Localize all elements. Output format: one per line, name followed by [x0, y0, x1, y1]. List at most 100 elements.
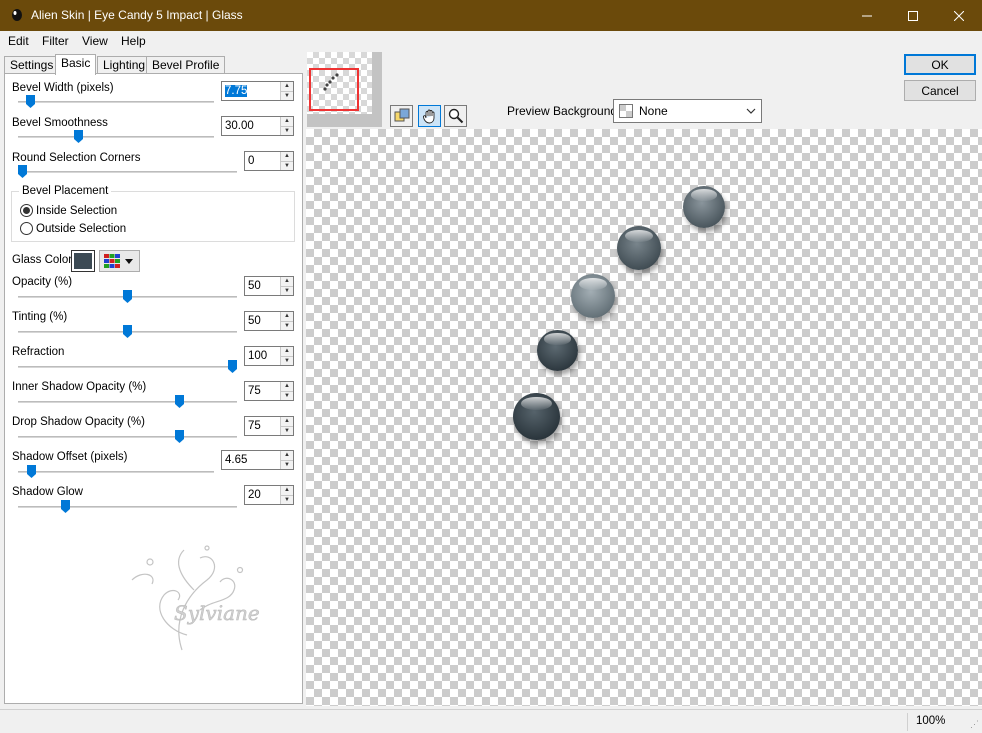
drop-shadow-slider-track[interactable] — [18, 436, 237, 438]
tinting-slider-thumb[interactable] — [123, 325, 132, 338]
preview-background-label: Preview Background: — [507, 104, 621, 118]
bevel-smoothness-slider-thumb[interactable] — [74, 130, 83, 143]
refraction-slider-thumb[interactable] — [228, 360, 237, 373]
tab-basic[interactable]: Basic — [55, 54, 97, 75]
shadow-glow-arrows[interactable]: ▲ ▼ — [280, 486, 293, 504]
refraction-stepper[interactable]: 100 ▲ ▼ — [244, 346, 294, 366]
hand-tool-button[interactable] — [418, 105, 441, 127]
bevel-width-arrows[interactable]: ▲ ▼ — [280, 82, 293, 100]
bevel-width-slider-track[interactable] — [18, 101, 214, 103]
shadow-offset-slider-thumb[interactable] — [27, 465, 36, 478]
shadow-glow-slider-track[interactable] — [18, 506, 237, 508]
round-corners-label: Round Selection Corners — [12, 152, 141, 164]
color-palette-dropdown[interactable] — [99, 250, 140, 272]
menu-bar: Edit Filter View Help — [0, 31, 982, 51]
round-corners-slider-track[interactable] — [18, 171, 237, 173]
cancel-button[interactable]: Cancel — [904, 80, 976, 101]
menu-edit[interactable]: Edit — [8, 34, 29, 48]
opacity-label: Opacity (%) — [12, 276, 73, 288]
close-button[interactable] — [936, 0, 982, 31]
glass-bead — [683, 186, 725, 228]
outside-selection-radio[interactable]: Outside Selection — [20, 222, 126, 235]
preview-toggle-button[interactable] — [390, 105, 413, 127]
bevel-width-slider-thumb[interactable] — [26, 95, 35, 108]
inner-shadow-slider-thumb[interactable] — [175, 395, 184, 408]
menu-filter[interactable]: Filter — [42, 34, 69, 48]
bevel-smoothness-stepper[interactable]: 30.00 ▲ ▼ — [221, 116, 294, 136]
refraction-arrows[interactable]: ▲ ▼ — [280, 347, 293, 365]
inner-shadow-arrows[interactable]: ▲ ▼ — [280, 382, 293, 400]
maximize-button[interactable] — [890, 0, 936, 31]
inner-shadow-stepper[interactable]: 75 ▲ ▼ — [244, 381, 294, 401]
drop-shadow-value[interactable]: 75 — [245, 417, 280, 435]
bevel-width-stepper[interactable]: 7.75 ▲ ▼ — [221, 81, 294, 101]
navigator-thumbnail[interactable] — [307, 52, 382, 127]
round-corners-arrows[interactable]: ▲ ▼ — [280, 152, 293, 170]
status-bar: 100% ⋰ — [0, 709, 982, 733]
bevel-width-label: Bevel Width (pixels) — [12, 82, 114, 94]
radio-unchecked-icon — [20, 222, 33, 235]
tinting-value[interactable]: 50 — [245, 312, 280, 330]
menu-view[interactable]: View — [82, 34, 108, 48]
window-title: Alien Skin | Eye Candy 5 Impact | Glass — [31, 8, 243, 22]
shadow-offset-slider-track[interactable] — [18, 471, 214, 473]
chevron-down-icon — [746, 108, 756, 114]
color-grid-icon — [104, 254, 120, 268]
tinting-arrows[interactable]: ▲ ▼ — [280, 312, 293, 330]
opacity-slider-thumb[interactable] — [123, 290, 132, 303]
refraction-value[interactable]: 100 — [245, 347, 280, 365]
preview-canvas[interactable] — [306, 129, 982, 706]
refraction-label: Refraction — [12, 346, 65, 358]
shadow-offset-stepper[interactable]: 4.65 ▲ ▼ — [221, 450, 294, 470]
round-corners-value[interactable]: 0 — [245, 152, 280, 170]
inner-shadow-slider-track[interactable] — [18, 401, 237, 403]
bevel-smoothness-label: Bevel Smoothness — [12, 117, 108, 129]
inside-selection-radio[interactable]: Inside Selection — [20, 204, 117, 217]
zoom-tool-button[interactable] — [444, 105, 467, 127]
menu-help[interactable]: Help — [121, 34, 146, 48]
preview-background-select[interactable]: None — [613, 99, 762, 123]
tab-settings[interactable]: Settings — [4, 56, 60, 74]
drop-shadow-slider-thumb[interactable] — [175, 430, 184, 443]
thumbnail-beads-icon — [323, 73, 339, 91]
bevel-width-value[interactable]: 7.75 — [222, 82, 280, 100]
resize-grip-icon[interactable]: ⋰ — [970, 719, 979, 730]
inside-selection-label: Inside Selection — [36, 204, 118, 217]
alien-skin-app-icon — [12, 9, 22, 21]
glass-bead — [571, 274, 615, 318]
zoom-icon — [448, 108, 463, 124]
radio-checked-icon — [20, 204, 33, 217]
minimize-button[interactable] — [844, 0, 890, 31]
opacity-value[interactable]: 50 — [245, 277, 280, 295]
shadow-offset-label: Shadow Offset (pixels) — [12, 451, 128, 463]
shadow-glow-value[interactable]: 20 — [245, 486, 280, 504]
bevel-smoothness-arrows[interactable]: ▲ ▼ — [280, 117, 293, 135]
glass-bead — [513, 393, 560, 440]
shadow-glow-stepper[interactable]: 20 ▲ ▼ — [244, 485, 294, 505]
tab-bevel-profile[interactable]: Bevel Profile — [146, 56, 226, 74]
glass-bead — [537, 330, 578, 371]
tab-lighting[interactable]: Lighting — [97, 56, 152, 74]
sylviane-watermark-logo: Sylviane — [131, 545, 260, 651]
close-icon — [954, 10, 964, 21]
drop-shadow-label: Drop Shadow Opacity (%) — [12, 416, 145, 428]
glass-color-label: Glass Color — [12, 254, 73, 266]
tinting-stepper[interactable]: 50 ▲ ▼ — [244, 311, 294, 331]
round-corners-stepper[interactable]: 0 ▲ ▼ — [244, 151, 294, 171]
shadow-offset-value[interactable]: 4.65 — [222, 451, 280, 469]
round-corners-slider-thumb[interactable] — [18, 165, 27, 178]
shadow-offset-arrows[interactable]: ▲ ▼ — [280, 451, 293, 469]
glass-color-swatch[interactable] — [71, 250, 95, 272]
opacity-stepper[interactable]: 50 ▲ ▼ — [244, 276, 294, 296]
inner-shadow-value[interactable]: 75 — [245, 382, 280, 400]
opacity-arrows[interactable]: ▲ ▼ — [280, 277, 293, 295]
shadow-glow-slider-thumb[interactable] — [61, 500, 70, 513]
maximize-icon — [908, 10, 918, 21]
bevel-smoothness-value[interactable]: 30.00 — [222, 117, 280, 135]
ok-button[interactable]: OK — [904, 54, 976, 75]
drop-shadow-arrows[interactable]: ▲ ▼ — [280, 417, 293, 435]
watermark-text: Sylviane — [174, 601, 260, 625]
drop-shadow-stepper[interactable]: 75 ▲ ▼ — [244, 416, 294, 436]
refraction-slider-track[interactable] — [18, 366, 237, 368]
bevel-smoothness-slider-track[interactable] — [18, 136, 214, 138]
